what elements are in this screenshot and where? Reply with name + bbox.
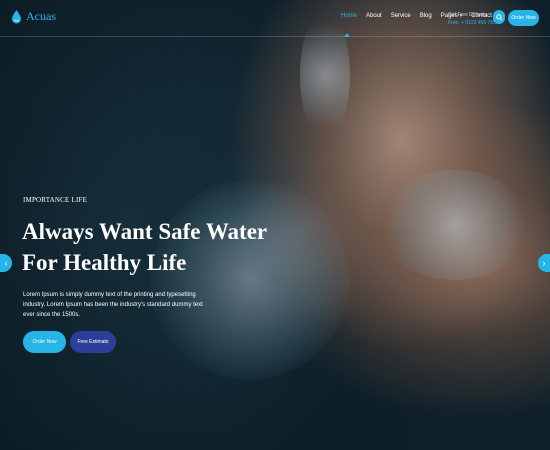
active-nav-marker: [344, 33, 350, 37]
hero-title-line2: For Healthy Life: [22, 250, 187, 275]
delivery-phone[interactable]: Free: + 0123 456 7890: [448, 19, 499, 27]
nav-item-about[interactable]: About: [366, 13, 382, 19]
chevron-left-icon: ‹: [4, 258, 8, 268]
hero-title: Always Want Safe Water For Healthy Life: [22, 216, 282, 278]
site-header: Acuas Home About Service Blog Pages ▾ Con…: [0, 0, 550, 37]
hero-section: Acuas Home About Service Blog Pages ▾ Con…: [0, 0, 550, 450]
search-button[interactable]: [493, 10, 505, 24]
nav-item-home[interactable]: Home: [341, 13, 357, 19]
hero-description: Lorem Ipsum is simply dummy text of the …: [23, 292, 203, 318]
water-drop-icon: [12, 9, 21, 23]
hero-subtitle: IMPORTANCE LIFE: [23, 196, 88, 204]
nav-item-service[interactable]: Service: [391, 13, 411, 19]
search-icon: [495, 13, 503, 21]
logo-text: Acuas: [26, 9, 56, 23]
header-order-button[interactable]: Order Now: [508, 10, 539, 26]
order-now-button[interactable]: Order Now: [23, 331, 66, 353]
delivery-info: Get Free Delivery Free: + 0123 456 7890: [448, 11, 499, 27]
slider-next-button[interactable]: ›: [538, 254, 550, 272]
nav-item-blog[interactable]: Blog: [420, 13, 432, 19]
chevron-right-icon: ›: [542, 258, 546, 268]
logo[interactable]: Acuas: [11, 9, 56, 24]
delivery-label: Get Free Delivery: [448, 12, 488, 18]
hero-title-line1: Always Want Safe Water: [22, 219, 268, 244]
free-estimate-button[interactable]: Free Estimate: [70, 331, 116, 353]
